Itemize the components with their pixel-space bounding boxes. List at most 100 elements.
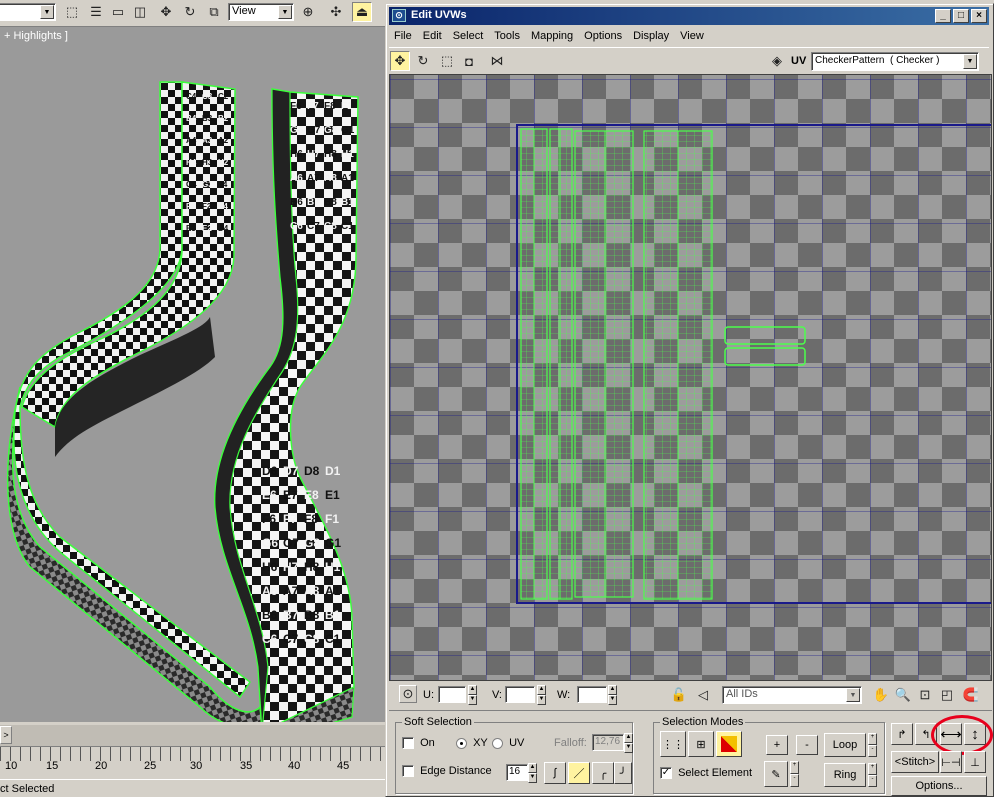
- front-leg-bottom-tile-label: D7: [283, 464, 299, 478]
- window-titlebar[interactable]: ⊙ Edit UVWs _ □ ×: [389, 7, 989, 25]
- face-mode-button[interactable]: [716, 731, 742, 757]
- uv-radio-row[interactable]: UV: [492, 737, 524, 749]
- pan-icon[interactable]: ✋: [871, 685, 891, 705]
- falloff-spinner[interactable]: ▲ ▼: [624, 733, 633, 753]
- window-crossing-icon[interactable]: ◫: [130, 2, 150, 22]
- freeform-tool-icon[interactable]: ◘: [459, 51, 479, 71]
- soft-selection-on-row[interactable]: On: [402, 737, 435, 750]
- front-leg-top-tile-label: B8: [324, 197, 337, 208]
- u-spinner[interactable]: ▲ ▼: [468, 685, 477, 705]
- stitch-right-label: >: [928, 756, 936, 768]
- falloff-linear-button[interactable]: ／: [568, 762, 590, 784]
- menu-display[interactable]: Display: [633, 30, 669, 46]
- tick-10: 10: [5, 760, 18, 772]
- soft-selection-on-checkbox[interactable]: [402, 737, 414, 750]
- u-input[interactable]: [438, 686, 466, 703]
- w-spinner[interactable]: ▲ ▼: [608, 685, 617, 705]
- snap-icon[interactable]: 🧲: [961, 685, 981, 705]
- menu-options[interactable]: Options: [584, 30, 622, 46]
- time-slider-handle[interactable]: >: [0, 726, 12, 744]
- select-element-row[interactable]: ✓ Select Element: [660, 767, 752, 780]
- select-by-name-icon[interactable]: ☰: [86, 2, 106, 22]
- falloff-input[interactable]: 12,76: [592, 734, 624, 751]
- paint-select-icon[interactable]: ◁: [693, 685, 713, 705]
- front-leg-bottom-tile-label: F8: [304, 512, 318, 526]
- menu-mapping[interactable]: Mapping: [531, 30, 573, 46]
- front-leg-bottom-tile-label: E7: [283, 488, 298, 502]
- grow-selection-button[interactable]: +: [766, 735, 788, 755]
- menu-view[interactable]: View: [680, 30, 704, 46]
- front-leg-bottom-tile-label: G6: [262, 536, 278, 550]
- select-object-icon[interactable]: ⬚: [62, 2, 82, 22]
- edge-distance-input[interactable]: 16: [506, 764, 528, 781]
- rect-select-region-icon[interactable]: ▭: [108, 2, 128, 22]
- texture-dropdown[interactable]: CheckerPattern ( Checker ) ▼: [811, 52, 979, 71]
- close-button[interactable]: ×: [971, 9, 987, 23]
- paint-size-spinner[interactable]: + -: [790, 761, 799, 787]
- pivot-center-icon[interactable]: ⊕: [298, 2, 318, 22]
- move-tool-icon[interactable]: ✥: [390, 51, 410, 71]
- falloff-slow-button[interactable]: ╭: [592, 762, 614, 784]
- mirror-tool-icon[interactable]: ⋈: [487, 51, 507, 71]
- xy-radio-row[interactable]: XY: [456, 737, 488, 749]
- zoom-extents-icon[interactable]: ◰: [937, 685, 957, 705]
- shrink-selection-button[interactable]: -: [796, 735, 818, 755]
- uv-toolbar: ✥ ↻ ⬚ ◘ ⋈ ◈ UV CheckerPattern ( Checker …: [389, 47, 989, 73]
- time-slider-track[interactable]: > 10 15 20 25 30 35 40 45: [0, 725, 385, 780]
- track-bar[interactable]: 10 15 20 25 30 35 40 45: [0, 746, 385, 780]
- minimize-button[interactable]: _: [935, 9, 951, 23]
- edge-mode-button[interactable]: ⊞: [688, 731, 714, 757]
- stitch-button[interactable]: < Stitch >: [891, 751, 939, 773]
- edge-distance-spinner[interactable]: ▲ ▼: [528, 763, 537, 783]
- falloff-smooth-button[interactable]: ∫: [544, 762, 566, 784]
- scale-icon[interactable]: ⧉: [204, 2, 224, 22]
- rotate-tool-icon[interactable]: ↻: [413, 51, 433, 71]
- rotate-cw-button[interactable]: ↱: [891, 723, 913, 745]
- absolute-relative-icon[interactable]: ⊙: [399, 685, 417, 703]
- perspective-viewport[interactable]: + Highlights ] C4 C3 C2 B4 B3 B2 A4 A3 A…: [0, 27, 385, 722]
- front-leg-bottom-tile-label: C1: [325, 632, 341, 646]
- lock-selection-icon[interactable]: 🔓: [669, 685, 689, 705]
- menu-tools[interactable]: Tools: [494, 30, 520, 46]
- menu-select[interactable]: Select: [453, 30, 484, 46]
- front-leg-bottom-tile-label: A1: [325, 584, 341, 598]
- space-horizontal-button[interactable]: ⊢⊣: [940, 751, 962, 773]
- scale-tool-icon[interactable]: ⬚: [437, 51, 457, 71]
- move-icon[interactable]: ✥: [156, 2, 176, 22]
- edge-distance-row[interactable]: Edge Distance: [402, 765, 492, 778]
- menu-file[interactable]: File: [394, 30, 412, 46]
- options-button[interactable]: Options...: [891, 776, 987, 796]
- soft-selection-on-label: On: [420, 737, 435, 749]
- ring-button[interactable]: Ring: [824, 763, 866, 787]
- show-map-icon[interactable]: ◈: [767, 51, 787, 71]
- vertex-mode-button[interactable]: ⋮⋮: [660, 731, 686, 757]
- ids-filter-dropdown[interactable]: All IDs ▼: [722, 686, 862, 704]
- loop-button[interactable]: Loop: [824, 733, 866, 757]
- ring-spinner[interactable]: + -: [868, 763, 877, 787]
- uv-axis-label[interactable]: UV: [791, 55, 806, 67]
- selection-set-dropdown[interactable]: ▼: [0, 3, 56, 21]
- v-spinner[interactable]: ▲ ▼: [537, 685, 546, 705]
- stitch-label: Stitch: [901, 756, 929, 768]
- falloff-fast-button[interactable]: ╯: [614, 762, 632, 784]
- zoom-icon[interactable]: 🔍: [893, 685, 913, 705]
- maximize-button[interactable]: □: [953, 9, 969, 23]
- uv-radio[interactable]: [492, 737, 503, 749]
- loop-spinner[interactable]: + -: [868, 733, 877, 757]
- w-input[interactable]: [577, 686, 607, 703]
- uv-editor-canvas[interactable]: [389, 74, 992, 681]
- rotate-icon[interactable]: ↻: [180, 2, 200, 22]
- zoom-region-icon[interactable]: ⊡: [915, 685, 935, 705]
- v-input[interactable]: [505, 686, 535, 703]
- reference-coordinate-dropdown[interactable]: View ▼: [228, 3, 294, 21]
- front-leg-bottom-tile-label: C7: [283, 632, 299, 646]
- keyboard-shortcut-icon[interactable]: ⏏: [352, 2, 372, 22]
- select-element-checkbox[interactable]: ✓: [660, 767, 672, 780]
- space-vertical-button[interactable]: ⊥: [964, 751, 986, 773]
- paint-selection-button[interactable]: ✎: [764, 761, 788, 787]
- menu-edit[interactable]: Edit: [423, 30, 442, 46]
- xy-radio[interactable]: [456, 737, 467, 749]
- select-manipulate-icon[interactable]: ✣: [326, 2, 346, 22]
- edge-distance-checkbox[interactable]: [402, 765, 414, 778]
- front-leg-top-tile-label: A7: [307, 173, 320, 184]
